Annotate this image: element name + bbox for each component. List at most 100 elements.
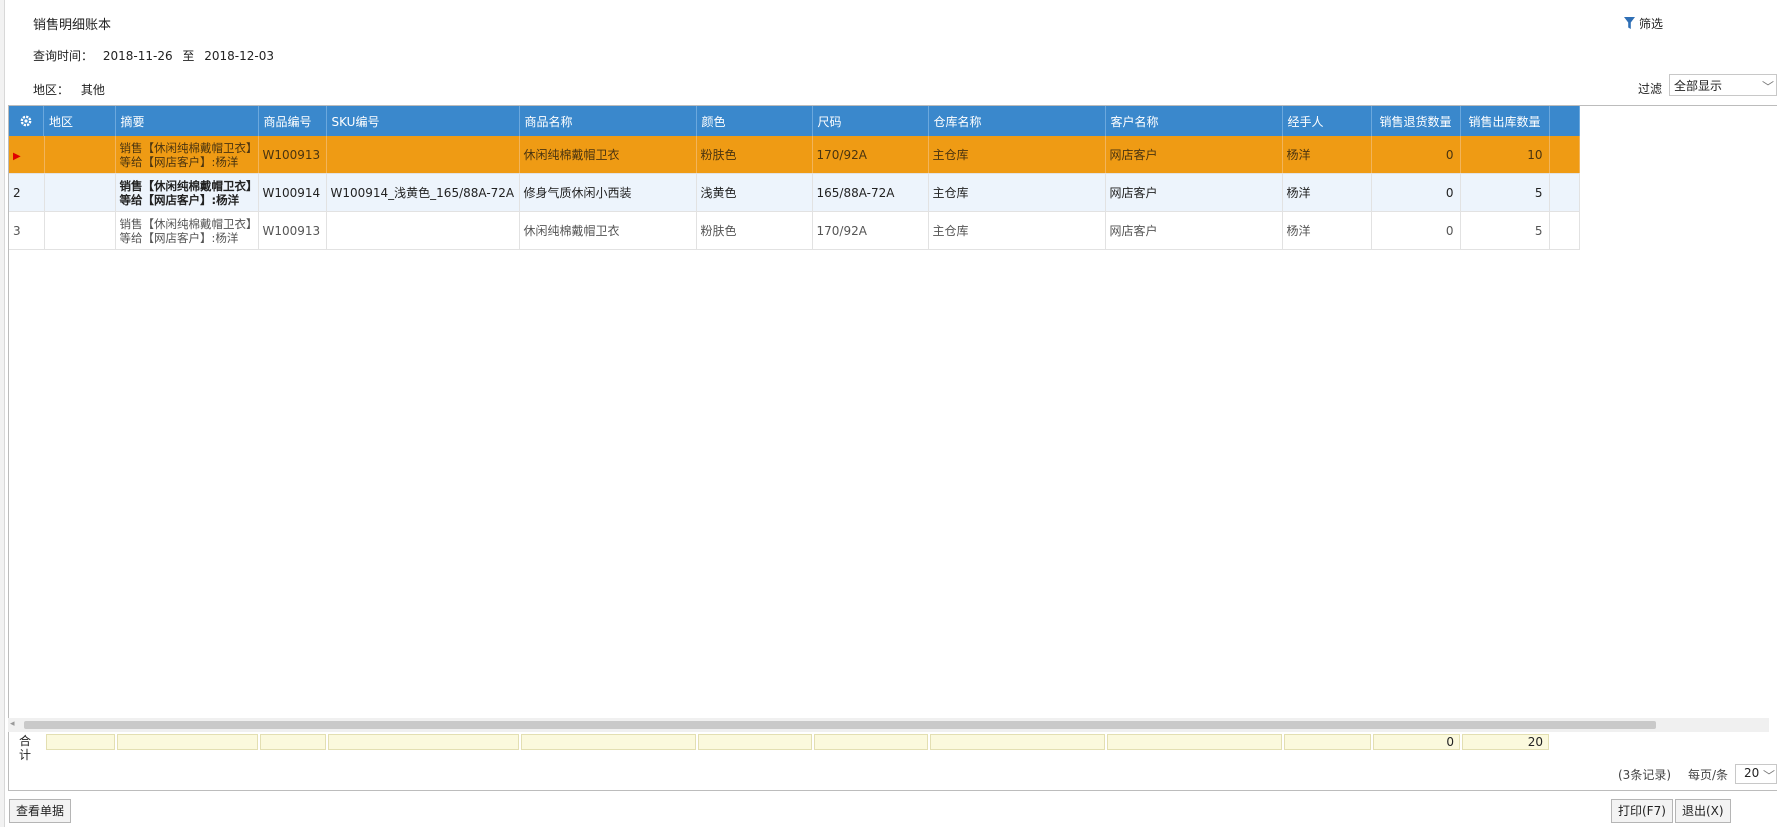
cell-out-qty: 5 xyxy=(1460,173,1550,212)
column-header-color[interactable]: 颜色 xyxy=(696,106,813,136)
cell-customer: 网店客户 xyxy=(1105,211,1283,250)
summary-line-2: 等给【网店客户】:杨洋 xyxy=(119,192,240,207)
query-date-from: 2018-11-26 xyxy=(102,49,173,63)
cell-out-qty: 5 xyxy=(1460,211,1550,250)
column-header-product-code[interactable]: 商品编号 xyxy=(258,106,327,136)
cell-product-code: W100913 xyxy=(258,211,327,250)
cell-size: 170/92A xyxy=(812,136,929,174)
cell-filler xyxy=(1549,211,1580,250)
query-date-to: 2018-12-03 xyxy=(204,49,275,63)
totals-cell xyxy=(260,734,326,750)
cell-color: 浅黄色 xyxy=(696,173,813,212)
column-header-filler xyxy=(1549,106,1580,136)
cell-region xyxy=(44,136,116,174)
column-header-size[interactable]: 尺码 xyxy=(812,106,929,136)
totals-cell xyxy=(698,734,812,750)
totals-cell xyxy=(930,734,1105,750)
totals-return-qty: 0 xyxy=(1373,734,1460,750)
scrollbar-thumb[interactable] xyxy=(24,721,1656,729)
cell-product-name: 休闲纯棉戴帽卫衣 xyxy=(519,211,697,250)
cell-filler xyxy=(1549,136,1580,174)
row-selected-marker: ▶ xyxy=(9,136,45,174)
triangle-right-icon: ▶ xyxy=(13,150,21,162)
print-button[interactable]: 打印(F7) xyxy=(1611,799,1673,823)
table-row[interactable]: 2 销售【休闲纯棉戴帽卫衣】 等给【网店客户】:杨洋 W100914 W10091… xyxy=(9,173,1580,212)
chevron-down-icon: ﹀ xyxy=(1761,80,1774,94)
cell-product-code: W100913 xyxy=(258,136,327,174)
column-header-sku[interactable]: SKU编号 xyxy=(326,106,520,136)
cell-product-name: 休闲纯棉戴帽卫衣 xyxy=(519,136,697,174)
left-edge-strip xyxy=(0,0,5,827)
cell-return-qty: 0 xyxy=(1371,173,1461,212)
query-to-label: 至 xyxy=(182,49,195,63)
column-header-product-name[interactable]: 商品名称 xyxy=(519,106,697,136)
sales-table: 地区 摘要 商品编号 SKU编号 商品名称 颜色 尺码 仓库名称 客户名称 经手… xyxy=(9,106,1580,250)
table-header-row: 地区 摘要 商品编号 SKU编号 商品名称 颜色 尺码 仓库名称 客户名称 经手… xyxy=(9,106,1580,136)
cell-out-qty: 10 xyxy=(1460,136,1550,174)
record-count: (3条记录) xyxy=(1618,768,1671,782)
region-value: 其他 xyxy=(80,83,105,97)
summary-line-1: 销售【休闲纯棉戴帽卫衣】 xyxy=(119,140,258,155)
table-row[interactable]: 3 销售【休闲纯棉戴帽卫衣】 等给【网店客户】:杨洋 W100913 休闲纯棉戴帽… xyxy=(9,211,1580,250)
cell-customer: 网店客户 xyxy=(1105,173,1283,212)
cell-region xyxy=(44,173,116,212)
page-size-value: 20 xyxy=(1744,766,1760,780)
cell-row-number: 3 xyxy=(9,211,45,250)
cell-warehouse: 主仓库 xyxy=(928,136,1106,174)
cell-color: 粉肤色 xyxy=(696,211,813,250)
filter-button-label: 筛选 xyxy=(1639,17,1664,31)
column-header-handler[interactable]: 经手人 xyxy=(1282,106,1372,136)
filter-select[interactable]: 全部显示 ﹀ xyxy=(1669,74,1777,96)
totals-cell xyxy=(117,734,258,750)
cell-customer: 网店客户 xyxy=(1105,136,1283,174)
cell-return-qty: 0 xyxy=(1371,211,1461,250)
column-header-summary[interactable]: 摘要 xyxy=(115,106,259,136)
totals-out-qty: 20 xyxy=(1462,734,1549,750)
filter-button[interactable]: 筛选 xyxy=(1624,15,1663,32)
cell-summary: 销售【休闲纯棉戴帽卫衣】 等给【网店客户】:杨洋 xyxy=(115,173,259,212)
cell-return-qty: 0 xyxy=(1371,136,1461,174)
cell-row-number: 2 xyxy=(9,173,45,212)
summary-line-1: 销售【休闲纯棉戴帽卫衣】 xyxy=(119,178,258,193)
view-document-button[interactable]: 查看单据 xyxy=(9,799,72,823)
totals-cell xyxy=(814,734,928,750)
scroll-left-icon[interactable]: ◂ xyxy=(10,719,15,729)
column-header-out-qty[interactable]: 销售出库数量 xyxy=(1460,106,1550,136)
column-header-return-qty[interactable]: 销售退货数量 xyxy=(1371,106,1461,136)
chevron-down-icon: ﹀ xyxy=(1762,769,1775,783)
column-header-warehouse[interactable]: 仓库名称 xyxy=(928,106,1106,136)
column-settings-gear-icon[interactable] xyxy=(9,106,44,136)
per-page-label: 每页/条 xyxy=(1688,768,1729,782)
summary-line-2: 等给【网店客户】:杨洋 xyxy=(119,230,239,245)
cell-color: 粉肤色 xyxy=(696,136,813,174)
totals-cell xyxy=(328,734,519,750)
cell-summary: 销售【休闲纯棉戴帽卫衣】 等给【网店客户】:杨洋 xyxy=(115,211,259,250)
query-time-label: 查询时间： xyxy=(33,49,94,63)
cell-product-name: 修身气质休闲小西装 xyxy=(519,173,697,212)
cell-summary: 销售【休闲纯棉戴帽卫衣】 等给【网店客户】:杨洋 xyxy=(115,136,259,174)
cell-size: 165/88A-72A xyxy=(812,173,929,212)
region-label: 地区： xyxy=(33,83,70,97)
page-title: 销售明细账本 xyxy=(33,18,112,33)
table-row[interactable]: ▶ 销售【休闲纯棉戴帽卫衣】 等给【网店客户】:杨洋 W100913 休闲纯棉戴帽… xyxy=(9,136,1580,174)
cell-handler: 杨洋 xyxy=(1282,211,1372,250)
cell-handler: 杨洋 xyxy=(1282,173,1372,212)
cell-filler xyxy=(1549,173,1580,212)
horizontal-scrollbar[interactable]: ◂ xyxy=(8,718,1769,732)
exit-button[interactable]: 退出(X) xyxy=(1675,799,1731,823)
query-time-line: 查询时间： 2018-11-26 至 2018-12-03 xyxy=(33,47,280,64)
region-line: 地区： 其他 xyxy=(33,81,113,98)
cell-warehouse: 主仓库 xyxy=(928,173,1106,212)
totals-label: 合计 xyxy=(19,734,32,762)
column-header-region[interactable]: 地区 xyxy=(44,106,116,136)
cell-sku xyxy=(326,136,520,174)
totals-cell xyxy=(1284,734,1371,750)
cell-size: 170/92A xyxy=(812,211,929,250)
column-header-customer[interactable]: 客户名称 xyxy=(1105,106,1283,136)
filter-selected-value: 全部显示 xyxy=(1674,79,1723,93)
funnel-icon xyxy=(1624,17,1635,30)
page-size-select[interactable]: 20 ﹀ xyxy=(1735,764,1777,784)
cell-sku: W100914_浅黄色_165/88A-72A xyxy=(326,173,520,212)
filter-label: 过滤 xyxy=(1638,82,1663,96)
cell-handler: 杨洋 xyxy=(1282,136,1372,174)
